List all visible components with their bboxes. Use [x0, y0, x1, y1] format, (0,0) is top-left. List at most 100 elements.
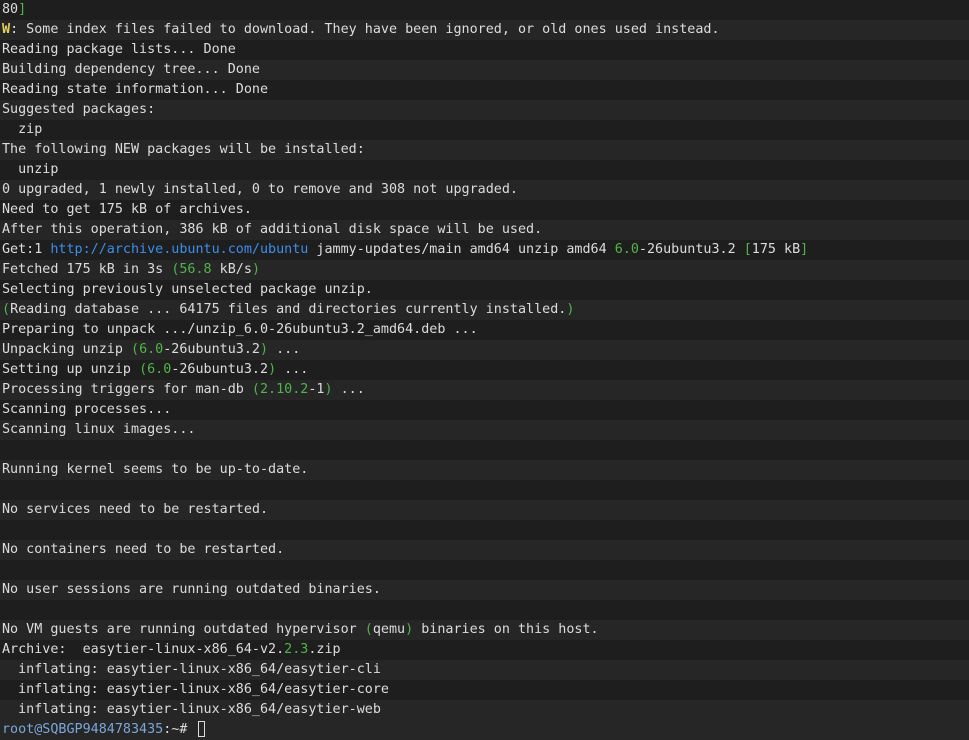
terminal-text-segment: Suggested packages: — [2, 102, 156, 117]
terminal-text-segment: Fetched 175 kB in 3s — [2, 262, 172, 277]
terminal-text-segment: ) — [251, 262, 260, 277]
terminal-line: Scanning processes... — [0, 400, 969, 420]
terminal-text-segment: ... — [332, 382, 365, 397]
terminal-text-segment: 0 upgraded, 1 newly installed, 0 to remo… — [2, 182, 518, 197]
terminal-text-segment: -1 — [308, 382, 325, 397]
terminal-line: No containers need to be restarted. — [0, 540, 969, 560]
terminal-text-segment: No services need to be restarted. — [2, 502, 269, 517]
terminal-text-segment: http://archive.ubuntu.com/ubuntu — [50, 242, 309, 257]
terminal-text-segment: ( — [364, 622, 373, 637]
terminal-text-segment: After this operation, 386 kB of addition… — [2, 222, 543, 237]
terminal-text-segment: .zip — [308, 642, 341, 657]
terminal-text-segment: -26ubuntu3.2 — [163, 342, 260, 357]
terminal-line: After this operation, 386 kB of addition… — [0, 220, 969, 240]
terminal-line: No VM guests are running outdated hyperv… — [0, 620, 969, 640]
terminal-line: Running kernel seems to be up-to-date. — [0, 460, 969, 480]
terminal-text-segment: Setting up unzip — [2, 362, 140, 377]
terminal-window[interactable]: 80] W: Some index files failed to downloa… — [0, 0, 969, 740]
terminal-text-segment: unzip — [2, 162, 59, 177]
terminal-line: Setting up unzip (6.0-26ubuntu3.2) ... — [0, 360, 969, 380]
terminal-text-segment: [ — [743, 242, 752, 257]
prompt-path: :~# — [163, 722, 196, 737]
terminal-line — [0, 520, 969, 540]
terminal-text-segment: 2.10.2 — [259, 382, 309, 397]
terminal-line: Scanning linux images... — [0, 420, 969, 440]
terminal-text-segment: -26ubuntu3.2 — [638, 242, 744, 257]
terminal-text-segment: 6.0 — [139, 342, 164, 357]
terminal-text-segment: Preparing to unpack .../unzip_6.0-26ubun… — [2, 322, 478, 337]
terminal-line: W: Some index files failed to download. … — [0, 20, 969, 40]
terminal-text-segment: Building dependency tree... Done — [2, 62, 260, 77]
terminal-text-segment: ) — [260, 342, 269, 357]
terminal-text-segment: Scanning linux images... — [2, 422, 196, 437]
terminal-line: No services need to be restarted. — [0, 500, 969, 520]
terminal-line: 0 upgraded, 1 newly installed, 0 to remo… — [0, 180, 969, 200]
terminal-text-segment: Reading state information... Done — [2, 82, 269, 97]
terminal-text-segment: 6.0 — [147, 362, 172, 377]
terminal-text-segment: inflating: easytier-linux-x86_64/easytie… — [2, 682, 389, 697]
terminal-text-segment: 56.8 — [179, 262, 212, 277]
terminal-text-segment: ) — [405, 622, 414, 637]
terminal-text-segment: binaries on this host. — [413, 622, 599, 637]
terminal-text-segment: ( — [251, 382, 260, 397]
terminal-line: 80] — [0, 0, 969, 20]
terminal-text-segment: ] — [18, 2, 27, 17]
terminal-text-segment: -26ubuntu3.2 — [171, 362, 269, 377]
terminal-text-segment: Scanning processes... — [2, 402, 172, 417]
terminal-text-segment: Reading package lists... Done — [2, 42, 236, 57]
terminal-text-segment: : Some index files failed to download. T… — [10, 22, 720, 37]
terminal-text-segment: Selecting previously unselected package … — [2, 282, 373, 297]
terminal-line: No user sessions are running outdated bi… — [0, 580, 969, 600]
terminal-text-segment: ( — [2, 302, 11, 317]
terminal-text-segment: 175 kB — [751, 242, 801, 257]
terminal-line: Get:1 http://archive.ubuntu.com/ubuntu j… — [0, 240, 969, 260]
terminal-line: Fetched 175 kB in 3s (56.8 kB/s) — [0, 260, 969, 280]
text-cursor[interactable] — [197, 721, 205, 737]
terminal-line: The following NEW packages will be insta… — [0, 140, 969, 160]
terminal-text-segment: kB/s — [211, 262, 252, 277]
terminal-text-segment: W — [2, 22, 11, 37]
terminal-text-segment: Need to get 175 kB of archives. — [2, 202, 252, 217]
terminal-line: unzip — [0, 160, 969, 180]
terminal-text-segment: ( — [131, 342, 140, 357]
terminal-line: Archive: easytier-linux-x86_64-v2.2.3.zi… — [0, 640, 969, 660]
terminal-text-segment: No VM guests are running outdated hyperv… — [2, 622, 365, 637]
terminal-line: Preparing to unpack .../unzip_6.0-26ubun… — [0, 320, 969, 340]
terminal-line: Building dependency tree... Done — [0, 60, 969, 80]
terminal-text-segment: ( — [139, 362, 148, 377]
terminal-text-segment: Processing triggers for man-db — [2, 382, 252, 397]
terminal-text-segment: qemu — [372, 622, 406, 637]
prompt-line[interactable]: root@SQBGP9484783435:~# — [0, 720, 969, 740]
terminal-line: Selecting previously unselected package … — [0, 280, 969, 300]
terminal-line: inflating: easytier-linux-x86_64/easytie… — [0, 700, 969, 720]
terminal-text-segment: ) — [324, 382, 333, 397]
terminal-line: inflating: easytier-linux-x86_64/easytie… — [0, 660, 969, 680]
terminal-line: inflating: easytier-linux-x86_64/easytie… — [0, 680, 969, 700]
terminal-line: zip — [0, 120, 969, 140]
terminal-line: Need to get 175 kB of archives. — [0, 200, 969, 220]
terminal-text-segment: ) — [566, 302, 575, 317]
terminal-line: Processing triggers for man-db (2.10.2-1… — [0, 380, 969, 400]
terminal-text-segment: inflating: easytier-linux-x86_64/easytie… — [2, 702, 381, 717]
terminal-text-segment: ... — [276, 362, 309, 377]
terminal-output: 80] W: Some index files failed to downloa… — [0, 0, 969, 720]
terminal-line — [0, 480, 969, 500]
terminal-text-segment: zip — [2, 122, 43, 137]
terminal-text-segment: Running kernel seems to be up-to-date. — [2, 462, 309, 477]
terminal-text-segment: ] — [800, 242, 809, 257]
terminal-text-segment: Unpacking unzip — [2, 342, 131, 357]
terminal-line — [0, 560, 969, 580]
terminal-text-segment: 6.0 — [614, 242, 639, 257]
terminal-line: Suggested packages: — [0, 100, 969, 120]
terminal-text-segment: No containers need to be restarted. — [2, 542, 285, 557]
terminal-line: Unpacking unzip (6.0-26ubuntu3.2) ... — [0, 340, 969, 360]
terminal-text-segment: The following NEW packages will be insta… — [2, 142, 365, 157]
terminal-line — [0, 600, 969, 620]
terminal-text-segment: inflating: easytier-linux-x86_64/easytie… — [2, 662, 381, 677]
terminal-text-segment: Reading database ... 64175 files and dir… — [10, 302, 567, 317]
terminal-line: Reading package lists... Done — [0, 40, 969, 60]
terminal-text-segment: No user sessions are running outdated bi… — [2, 582, 381, 597]
terminal-text-segment: 2.3 — [284, 642, 309, 657]
terminal-text-segment: Archive: easytier-linux-x86_64-v2. — [2, 642, 285, 657]
terminal-line: Reading state information... Done — [0, 80, 969, 100]
